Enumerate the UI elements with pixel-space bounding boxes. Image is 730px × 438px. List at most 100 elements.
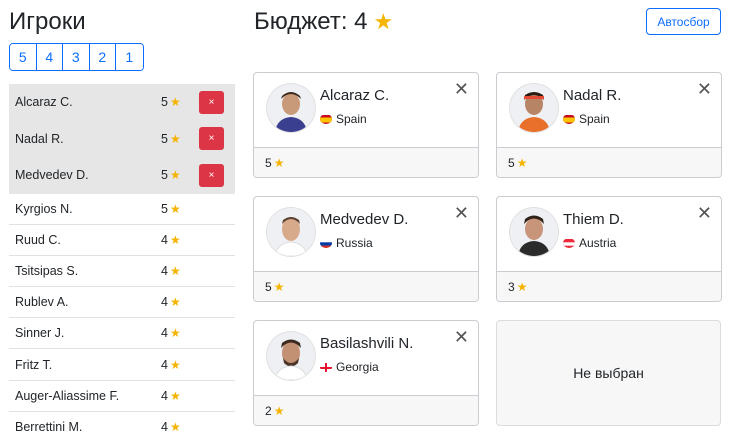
player-row[interactable]: Kyrgios N. 5 ★	[9, 194, 235, 225]
player-avatar	[267, 208, 315, 256]
star-icon: ★	[169, 419, 181, 434]
player-name: Fritz T.	[15, 357, 53, 372]
player-name: Medvedev D.	[15, 168, 89, 183]
player-cost: 4 ★	[161, 263, 181, 278]
cost-filter-group: 5 4 3 2 1	[9, 43, 144, 71]
filter-1-button[interactable]: 1	[116, 44, 143, 70]
card-cost: 5 ★	[254, 271, 478, 301]
star-icon: ★	[373, 9, 394, 34]
player-name: Auger-Aliassime F.	[15, 388, 120, 403]
russia-flag-icon	[320, 238, 332, 248]
remove-button[interactable]: ×	[199, 127, 224, 151]
close-icon[interactable]: ✕	[697, 203, 712, 224]
player-row[interactable]: Ruud C. 4 ★	[9, 225, 235, 256]
filter-2-button[interactable]: 2	[89, 44, 116, 70]
player-name: Tsitsipas S.	[15, 263, 79, 278]
close-icon[interactable]: ✕	[697, 79, 712, 100]
player-row[interactable]: Medvedev D. 5 ★ ×	[9, 157, 235, 194]
player-row[interactable]: Auger-Aliassime F. 4 ★	[9, 381, 235, 412]
card-country: Spain	[320, 112, 367, 126]
player-cost: 4 ★	[161, 357, 181, 372]
player-avatar	[267, 332, 315, 380]
player-cost: 5 ★	[161, 168, 181, 183]
star-icon: ★	[169, 201, 181, 216]
close-icon[interactable]: ✕	[454, 327, 469, 348]
filter-4-button[interactable]: 4	[36, 44, 63, 70]
player-name: Ruud C.	[15, 232, 61, 247]
star-icon: ★	[169, 326, 181, 341]
player-cost: 4 ★	[161, 295, 181, 310]
player-list: Alcaraz C. 5 ★ × Nadal R. 5 ★ × Medvedev D…	[9, 84, 235, 438]
card-player-name: Alcaraz C.	[320, 87, 390, 104]
player-cost: 5 ★	[161, 201, 181, 216]
budget-heading: Бюджет: 4 ★	[254, 8, 393, 36]
star-icon: ★	[169, 95, 181, 110]
spain-flag-icon	[563, 114, 575, 124]
card-player-name: Thiem D.	[563, 211, 624, 228]
player-row[interactable]: Fritz T. 4 ★	[9, 349, 235, 381]
star-icon: ★	[169, 131, 181, 146]
player-cost: 4 ★	[161, 232, 181, 247]
close-icon[interactable]: ✕	[454, 203, 469, 224]
player-name: Sinner J.	[15, 326, 65, 341]
card-player-name: Basilashvili N.	[320, 335, 414, 352]
star-icon: ★	[169, 168, 181, 183]
star-icon: ★	[169, 232, 181, 247]
player-avatar	[510, 208, 558, 256]
star-icon: ★	[273, 155, 285, 170]
filter-3-button[interactable]: 3	[63, 44, 90, 70]
player-cost: 4 ★	[161, 326, 181, 341]
austria-flag-icon	[563, 238, 575, 248]
player-row[interactable]: Berrettini M. 4 ★	[9, 412, 235, 438]
card-country: Spain	[563, 112, 610, 126]
card-country: Austria	[563, 236, 616, 250]
selected-player-card: Basilashvili N. Georgia ✕ 2 ★	[253, 320, 479, 426]
player-name: Berrettini M.	[15, 419, 83, 434]
player-avatar	[510, 84, 558, 132]
card-cost: 2 ★	[254, 395, 478, 425]
remove-button[interactable]: ×	[199, 90, 224, 114]
selected-player-card: Medvedev D. Russia ✕ 5 ★	[253, 196, 479, 302]
card-cost: 5 ★	[254, 147, 478, 177]
remove-button[interactable]: ×	[199, 163, 224, 187]
player-row[interactable]: Sinner J. 4 ★	[9, 318, 235, 350]
selected-player-card: Nadal R. Spain ✕ 5 ★	[496, 72, 722, 178]
players-title: Игроки	[9, 8, 86, 35]
budget-label: Бюджет: 4	[254, 8, 368, 35]
player-cost: 5 ★	[161, 95, 181, 110]
card-player-name: Nadal R.	[563, 87, 622, 104]
close-icon[interactable]: ✕	[454, 79, 469, 100]
filter-5-button[interactable]: 5	[10, 44, 37, 70]
star-icon: ★	[273, 403, 285, 418]
player-row[interactable]: Rublev A. 4 ★	[9, 287, 235, 319]
star-icon: ★	[169, 263, 181, 278]
player-name: Rublev A.	[15, 295, 69, 310]
player-row[interactable]: Tsitsipas S. 4 ★	[9, 256, 235, 288]
empty-slot[interactable]: Не выбран	[496, 320, 721, 426]
card-country: Georgia	[320, 360, 379, 374]
player-avatar	[267, 84, 315, 132]
georgia-flag-icon	[320, 362, 332, 372]
player-cost: 4 ★	[161, 388, 181, 403]
player-cost: 5 ★	[161, 131, 181, 146]
card-player-name: Medvedev D.	[320, 211, 409, 228]
card-cost: 5 ★	[497, 147, 721, 177]
card-country: Russia	[320, 236, 373, 250]
player-name: Kyrgios N.	[15, 201, 73, 216]
player-name: Alcaraz C.	[15, 95, 73, 110]
selected-player-card: Alcaraz C. Spain ✕ 5 ★	[253, 72, 479, 178]
player-row[interactable]: Alcaraz C. 5 ★ ×	[9, 84, 235, 121]
card-cost: 3 ★	[497, 271, 721, 301]
star-icon: ★	[169, 295, 181, 310]
star-icon: ★	[169, 388, 181, 403]
star-icon: ★	[516, 279, 528, 294]
player-name: Nadal R.	[15, 131, 64, 146]
star-icon: ★	[516, 155, 528, 170]
player-row[interactable]: Nadal R. 5 ★ ×	[9, 120, 235, 157]
star-icon: ★	[169, 357, 181, 372]
player-cost: 4 ★	[161, 419, 181, 434]
selected-player-card: Thiem D. Austria ✕ 3 ★	[496, 196, 722, 302]
spain-flag-icon	[320, 114, 332, 124]
autopick-button[interactable]: Автосбор	[646, 8, 721, 35]
star-icon: ★	[273, 279, 285, 294]
